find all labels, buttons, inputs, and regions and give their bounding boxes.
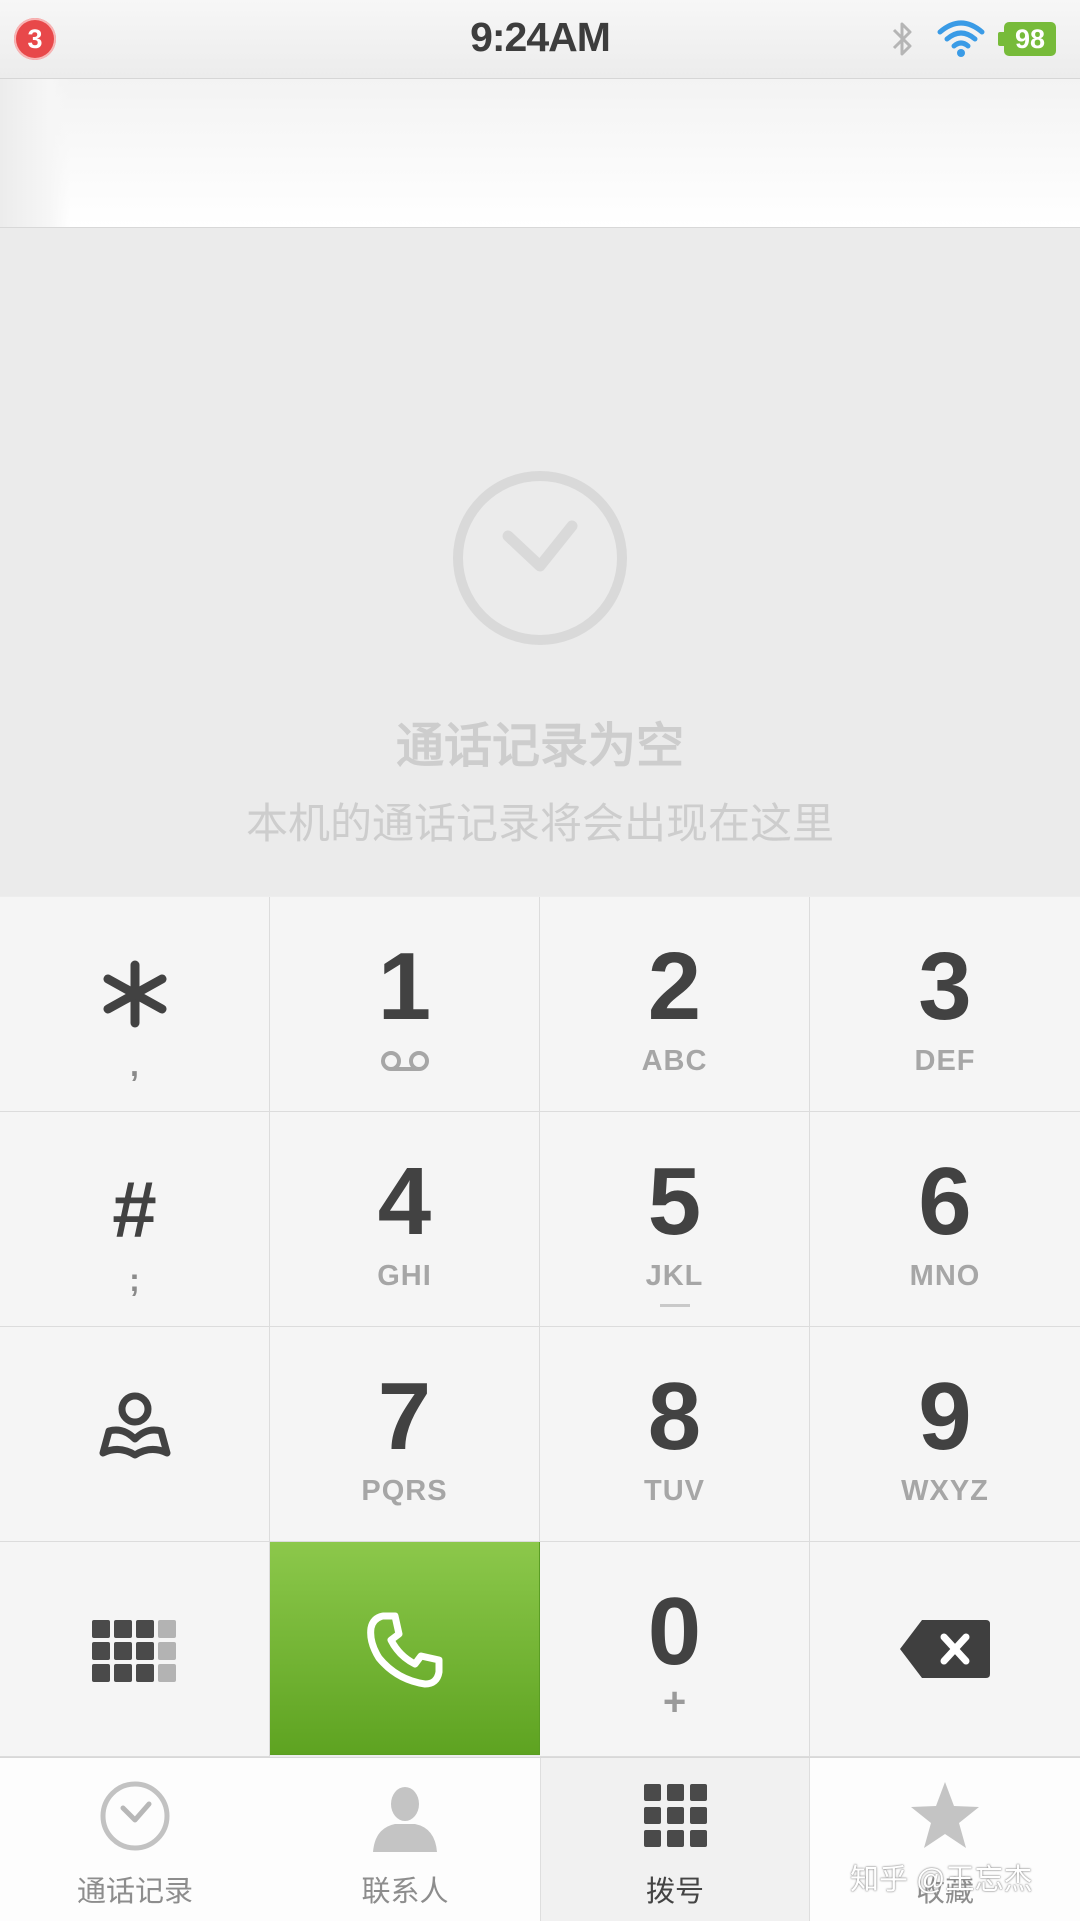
key-2-digit: 2 [647,933,702,1040]
status-bar: 3 9:24AM 98 [0,0,1080,79]
key-1-digit: 1 [377,933,432,1040]
asterisk-icon [103,960,167,1028]
clock-icon [100,1781,170,1851]
key-hash-symbol: # [112,1165,157,1254]
key-3-letters: DEF [914,1045,976,1077]
key-7-digit: 7 [377,1363,432,1470]
key-6-letters: MNO [909,1260,981,1292]
key-0[interactable]: 0 + [540,1542,810,1757]
tab-call-log-label: 通话记录 [76,1876,193,1908]
backspace-icon [900,1620,990,1678]
wifi-icon [937,20,985,57]
keypad-grid-icon [92,1620,176,1682]
key-5[interactable]: 5 JKL [540,1112,810,1327]
bluetooth-icon [892,22,912,56]
key-6-digit: 6 [918,1148,972,1255]
call-button[interactable] [270,1542,540,1755]
key-9-letters: WXYZ [901,1475,989,1507]
watermark: 知乎 @王忘杰 [850,1864,1033,1896]
number-input-bar[interactable] [0,79,1080,228]
key-star[interactable]: , [0,897,270,1112]
voicemail-icon [381,1051,429,1071]
phone-icon [367,1612,443,1688]
key-6[interactable]: 6 MNO [810,1112,1080,1327]
person-icon [373,1787,437,1852]
key-4[interactable]: 4 GHI [270,1112,540,1327]
tab-contacts[interactable]: 联系人 [270,1758,540,1921]
key-4-letters: GHI [377,1260,432,1292]
tab-dialpad-label: 拨号 [645,1876,704,1908]
empty-subtitle: 本机的通话记录将会出现在这里 [245,800,834,847]
contacts-book-icon [99,1392,171,1459]
key-5-digit: 5 [647,1148,702,1255]
key-hash[interactable]: # ; [0,1112,270,1327]
key-9[interactable]: 9 WXYZ [810,1327,1080,1542]
tab-call-log[interactable]: 通话记录 [0,1758,270,1921]
key-5-tactile-mark [660,1304,690,1307]
empty-call-log: 通话记录为空 本机的通话记录将会出现在这里 [0,228,1080,896]
key-8-digit: 8 [647,1363,702,1470]
key-8-letters: TUV [644,1475,705,1507]
tab-contacts-label: 联系人 [361,1876,449,1908]
key-9-digit: 9 [918,1363,972,1470]
key-7-letters: PQRS [361,1475,448,1507]
key-3-digit: 3 [918,933,972,1040]
key-1[interactable]: 1 [270,897,540,1112]
status-time: 9:24AM [470,14,611,60]
key-3[interactable]: 3 DEF [810,897,1080,1112]
clock-icon [453,471,627,645]
backspace-button[interactable] [810,1542,1080,1757]
key-4-digit: 4 [377,1148,432,1255]
key-0-digit: 0 [647,1578,702,1685]
key-5-letters: JKL [645,1260,704,1292]
key-8[interactable]: 8 TUV [540,1327,810,1542]
input-left-shade [0,79,70,227]
dialpad-icon [644,1784,707,1847]
key-contacts[interactable] [0,1327,270,1542]
key-2-letters: ABC [641,1045,708,1077]
key-star-secondary: , [130,1047,139,1083]
tab-dialpad[interactable]: 拨号 [540,1758,810,1921]
key-toggle-keypad[interactable] [0,1542,270,1757]
key-2[interactable]: 2 ABC [540,897,810,1112]
key-hash-secondary: ; [129,1262,140,1298]
key-7[interactable]: 7 PQRS [270,1327,540,1542]
empty-title: 通话记录为空 [395,720,684,773]
dial-keypad: , 1 2 ABC 3 DEF # ; 4 GHI 5 JKL 6 MNO 7 … [0,897,1080,1757]
key-0-secondary: + [662,1680,687,1724]
star-icon [911,1782,979,1848]
battery-icon: 98 [998,22,1056,56]
